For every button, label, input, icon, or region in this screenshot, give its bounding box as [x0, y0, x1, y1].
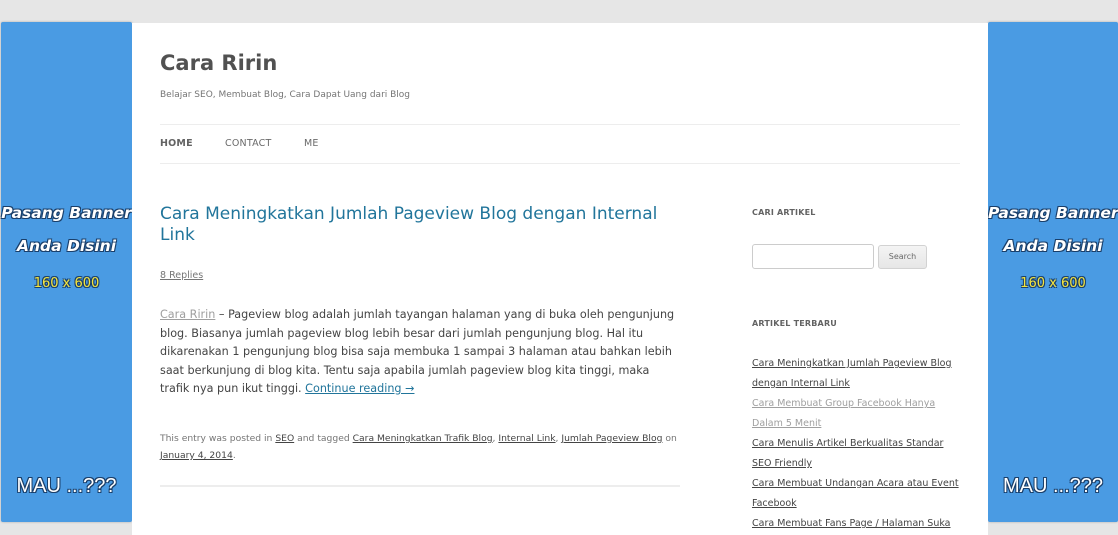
recent-post-link[interactable]: Cara Membuat Undangan Acara atau Event F…	[752, 478, 959, 509]
search-widget-title: CARI ARTIKEL	[752, 208, 816, 217]
site-title[interactable]: Cara Ririn	[160, 51, 277, 75]
site-description: Belajar SEO, Membuat Blog, Cara Dapat Ua…	[160, 90, 411, 100]
search-button[interactable]: Search	[878, 245, 927, 269]
recent-posts-list: Cara Meningkatkan Jumlah Pageview Blog d…	[752, 354, 964, 534]
meta-text: on	[662, 433, 677, 444]
post-divider	[160, 485, 680, 487]
ad-size-label: 160 x 600	[33, 276, 100, 291]
right-banner-ad[interactable]: Pasang Banner Anda Disini 160 x 600 MAU …	[988, 22, 1118, 522]
list-item: Cara Membuat Group Facebook Hanya Dalam …	[752, 394, 964, 434]
nav-item-me[interactable]: ME	[304, 138, 319, 149]
meta-text: This entry was posted in	[160, 433, 276, 444]
nav-item-home[interactable]: HOME	[160, 138, 193, 149]
continue-reading-link[interactable]: Continue reading →	[305, 382, 414, 395]
recent-post-link[interactable]: Cara Membuat Group Facebook Hanya Dalam …	[752, 398, 935, 429]
ad-subheadline: Anda Disini	[1003, 237, 1103, 255]
tag-link[interactable]: Cara Meningkatkan Trafik Blog	[353, 433, 493, 444]
ad-bottom-text: MAU ...???	[16, 475, 117, 497]
tag-link[interactable]: Jumlah Pageview Blog	[561, 433, 662, 444]
entry-meta: This entry was posted in SEO and tagged …	[160, 430, 680, 464]
recent-post-link[interactable]: Cara Meningkatkan Jumlah Pageview Blog d…	[752, 358, 952, 389]
ad-headline: Pasang Banner	[988, 204, 1118, 222]
ad-size-label: 160 x 600	[1020, 276, 1086, 291]
nav-item-contact[interactable]: CONTACT	[225, 138, 271, 149]
page-container: Cara Ririn Belajar SEO, Membuat Blog, Ca…	[132, 23, 988, 535]
recent-post-link[interactable]: Cara Menulis Artikel Berkualitas Standar…	[752, 438, 943, 469]
post-date-link[interactable]: January 4, 2014	[160, 450, 233, 461]
search-input[interactable]	[752, 244, 874, 269]
list-item: Cara Membuat Undangan Acara atau Event F…	[752, 474, 964, 514]
ad-bottom-text: MAU ...???	[1002, 475, 1104, 497]
left-banner-ad[interactable]: Pasang Banner Anda Disini 160 x 600 MAU …	[1, 22, 132, 522]
ad-subheadline: Anda Disini	[16, 237, 117, 255]
category-link[interactable]: SEO	[275, 433, 294, 444]
list-item: Cara Membuat Fans Page / Halaman Suka	[752, 514, 964, 534]
ad-headline: Pasang Banner	[1, 204, 132, 222]
replies-link[interactable]: 8 Replies	[160, 270, 203, 281]
post-title[interactable]: Cara Meningkatkan Jumlah Pageview Blog d…	[160, 204, 680, 246]
list-item: Cara Menulis Artikel Berkualitas Standar…	[752, 434, 964, 474]
post-text: – Pageview blog adalah jumlah tayangan h…	[160, 308, 675, 395]
list-item: Cara Meningkatkan Jumlah Pageview Blog d…	[752, 354, 964, 394]
recent-posts-title: ARTIKEL TERBARU	[752, 319, 837, 328]
recent-post-link[interactable]: Cara Membuat Fans Page / Halaman Suka	[752, 518, 951, 529]
main-navigation: HOME CONTACT ME	[160, 124, 960, 164]
author-link[interactable]: Cara Ririn	[160, 308, 215, 321]
meta-text: .	[232, 450, 236, 461]
post-excerpt: Cara Ririn – Pageview blog adalah jumlah…	[160, 306, 682, 399]
meta-text: and tagged	[294, 433, 353, 444]
tag-link[interactable]: Internal Link	[498, 433, 555, 444]
